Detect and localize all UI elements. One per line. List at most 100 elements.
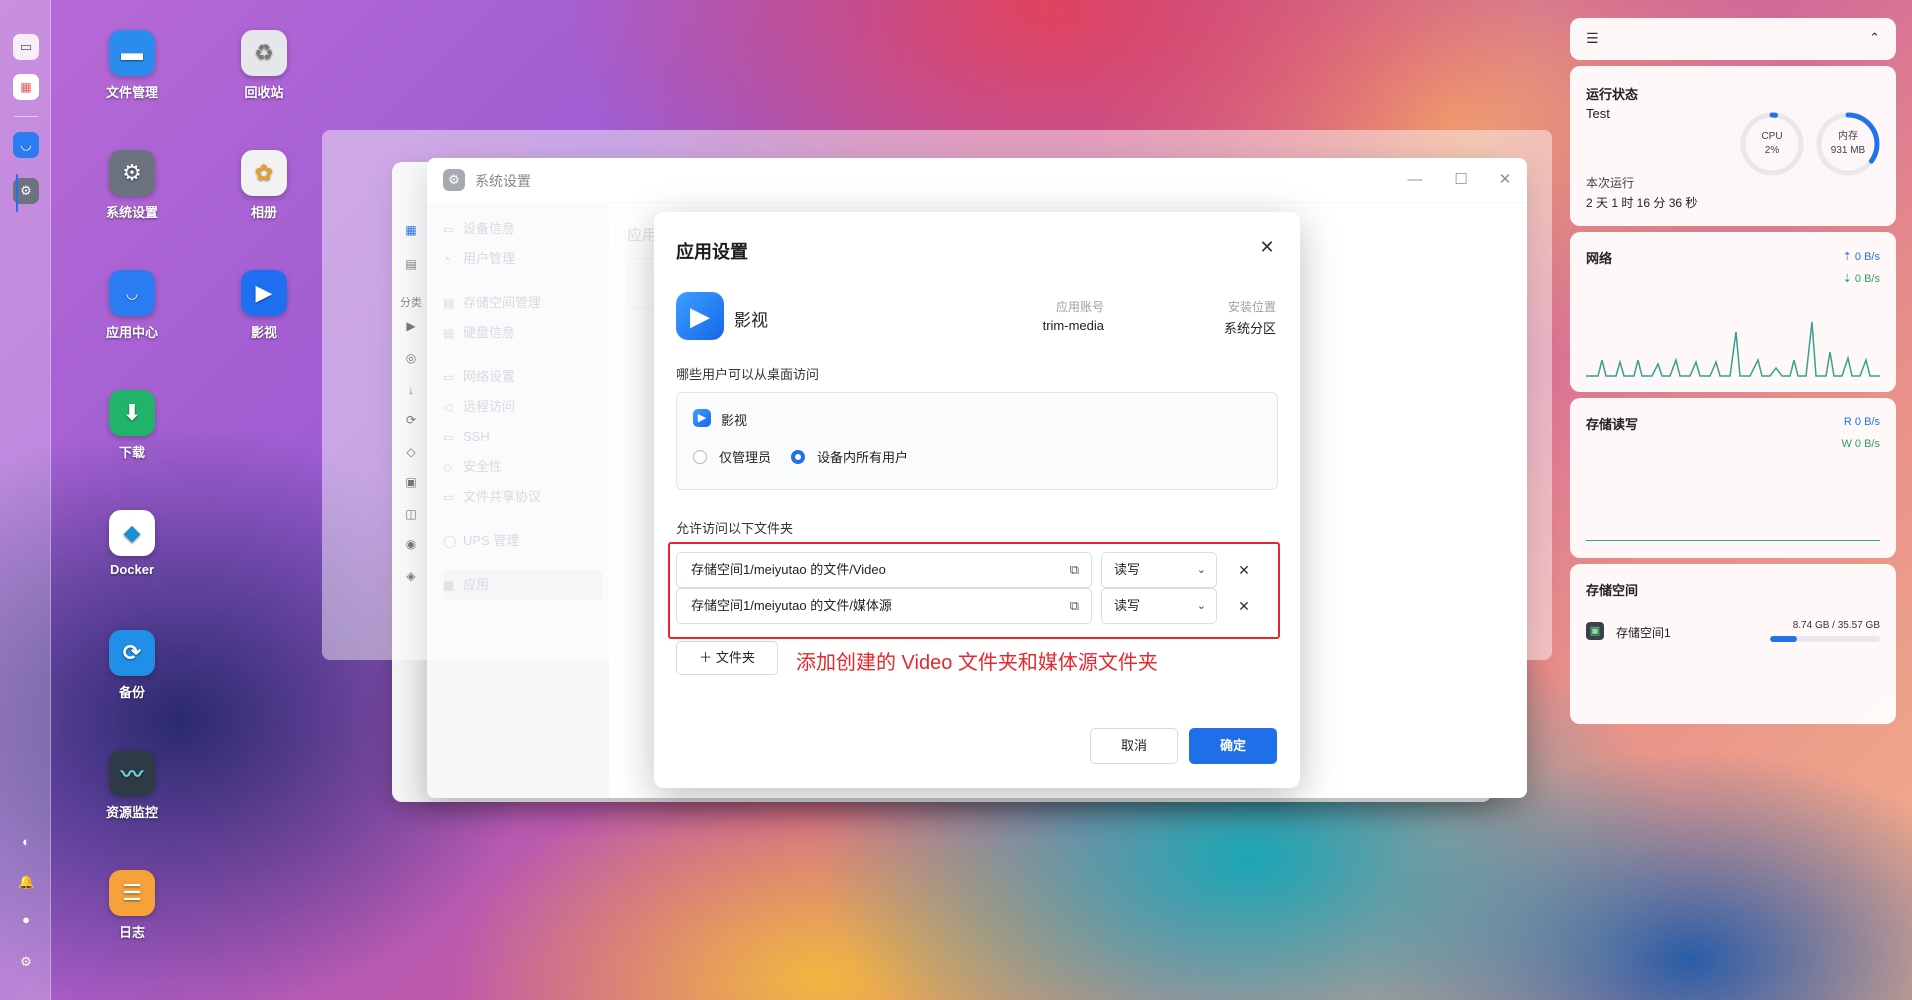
account-label: 应用账号 — [1055, 300, 1104, 314]
dialog-close-button[interactable]: ✕ — [1254, 234, 1280, 260]
sync-icon[interactable]: ⟳ — [403, 412, 419, 428]
media-app-icon: ▶ — [693, 409, 711, 427]
camera-icon[interactable]: ◎ — [403, 350, 419, 366]
desktop-icon-monitor[interactable]: 〰 资源监控 — [82, 750, 182, 821]
radio-admin-only[interactable]: 仅管理员 — [693, 449, 771, 467]
desktop-icon-label: 系统设置 — [105, 205, 158, 220]
desktop-icon-media[interactable]: ▶ 影视 — [214, 270, 314, 341]
cpu-label-group: CPU 2% — [1742, 130, 1802, 158]
storage-title: 存储空间 — [1586, 583, 1639, 598]
docker-icon: ◆ — [109, 510, 155, 556]
desktop-icon-docker[interactable]: ◆ Docker — [82, 510, 182, 577]
status-widget: 运行状态 Test CPU 2% 内存 931 MB 本次运行 2 天 1 时 … — [1570, 66, 1896, 226]
backup-icon: ⟳ — [109, 630, 155, 676]
network-title: 网络 — [1586, 251, 1613, 266]
desktop-icon-label: Docker — [109, 562, 155, 577]
location-value: 系统分区 — [1223, 321, 1276, 336]
radio-label: 仅管理员 — [719, 450, 772, 465]
desktop-icon-backup[interactable]: ⟳ 备份 — [82, 630, 182, 701]
uptime-value: 2 天 1 时 16 分 36 秒 — [1586, 196, 1698, 210]
desktop-icon[interactable]: ▭ — [13, 34, 39, 60]
app-grid-icon[interactable]: ▦ — [13, 74, 39, 100]
user-icon[interactable]: ● — [18, 912, 34, 928]
status-title: 运行状态 — [1586, 87, 1639, 102]
desktop-icon-label: 备份 — [118, 685, 145, 700]
mug-icon[interactable]: ◫ — [403, 506, 419, 522]
storage-volume-name: 存储空间1 — [1616, 626, 1671, 640]
desktop-icon-settings[interactable]: ⚙ 系统设置 — [82, 150, 182, 221]
location-label: 安装位置 — [1227, 300, 1276, 314]
desktop-icon-photos[interactable]: ✿ 相册 — [214, 150, 314, 221]
desktop-icon-label: 应用中心 — [105, 325, 158, 340]
dock-active-indicator — [16, 174, 18, 212]
radio-all-users[interactable]: 设备内所有用户 — [791, 449, 908, 467]
radio-label: 设备内所有用户 — [817, 450, 909, 465]
memory-label: 内存 — [1838, 131, 1858, 142]
download-icon: ⇣ — [1842, 273, 1852, 285]
media-app-icon: ▶ — [676, 292, 724, 340]
desktop-icon-label: 相册 — [250, 205, 277, 220]
store-icon: ◡ — [109, 270, 155, 316]
desktop-icon-files[interactable]: ▬ 文件管理 — [82, 30, 182, 101]
gear-icon[interactable]: ⚙ — [18, 954, 34, 970]
media-icon: ▶ — [241, 270, 287, 316]
storage-progress-bar — [1770, 636, 1880, 642]
ok-button[interactable]: 确定 — [1189, 728, 1277, 764]
bell-icon[interactable]: 🔔 — [18, 874, 34, 890]
desktop-app-name: 影视 — [721, 413, 748, 428]
recycle-bin-icon: ♻ — [241, 30, 287, 76]
desktop-access-label: 哪些用户可以从桌面访问 — [676, 367, 820, 382]
gear-icon: ⚙ — [109, 150, 155, 196]
widget-toolbar: ☰ ⌃ — [1570, 18, 1896, 60]
cancel-button[interactable]: 取消 — [1090, 728, 1178, 764]
network-down: ⇣ 0 B/s — [1843, 272, 1880, 285]
download-icon: ⬇ — [109, 390, 155, 436]
upload-icon: ⇡ — [1842, 251, 1852, 263]
download-icon[interactable]: ↓ — [403, 382, 419, 398]
disk-io-title: 存储读写 — [1586, 417, 1639, 432]
memory-value: 931 MB — [1830, 145, 1866, 156]
folders-label: 允许访问以下文件夹 — [676, 521, 794, 536]
account-value: trim-media — [1042, 318, 1104, 333]
theme-icon[interactable]: ◐ — [18, 834, 34, 850]
desktop-icon-label: 下载 — [118, 445, 145, 460]
calendar-icon[interactable]: ▤ — [403, 256, 419, 272]
desktop-icon-log[interactable]: ☰ 日志 — [82, 870, 182, 941]
cpu-label: CPU — [1761, 131, 1783, 142]
code-icon[interactable]: ◇ — [403, 444, 419, 460]
storage-widget: 存储空间 ▣ 存储空间1 8.74 GB / 35.57 GB — [1570, 564, 1896, 724]
disk-read: R 0 B/s — [1843, 416, 1880, 428]
grid-icon[interactable]: ▦ — [403, 222, 419, 238]
storage-volume-icon: ▣ — [1586, 622, 1604, 640]
cpu-value: 2% — [1764, 145, 1780, 156]
disk-write: W 0 B/s — [1841, 438, 1880, 450]
box-icon[interactable]: ▣ — [403, 474, 419, 490]
network-down-value: 0 B/s — [1854, 273, 1880, 285]
app-settings-dialog: 应用设置 ✕ ▶ 影视 应用账号 trim-media 安装位置 系统分区 哪些… — [654, 212, 1300, 788]
store-icon[interactable]: ◡ — [13, 132, 39, 158]
desktop-icon-label: 资源监控 — [105, 805, 158, 820]
folder-icon: ▬ — [109, 30, 155, 76]
memory-label-group: 内存 931 MB — [1818, 130, 1878, 158]
add-folder-label: 文件夹 — [715, 650, 755, 665]
app-name: 影视 — [734, 311, 768, 330]
dock: ▭ ▦ ◡ ⚙ ◐ 🔔 ● ⚙ — [0, 0, 51, 1000]
device-name: Test — [1586, 106, 1610, 121]
desktop-icon-recycle[interactable]: ♻ 回收站 — [214, 30, 314, 101]
network-widget: 网络 ⇡ 0 B/s ⇣ 0 B/s — [1570, 232, 1896, 392]
collapse-icon[interactable]: ⌃ — [1869, 30, 1880, 46]
gamepad-icon[interactable]: ◉ — [403, 536, 419, 552]
storage-progress-fill — [1770, 636, 1798, 642]
dock-divider — [14, 116, 38, 117]
desktop-icon-label: 文件管理 — [105, 85, 158, 100]
disk-io-baseline — [1586, 540, 1880, 541]
video-icon[interactable]: ▶ — [403, 318, 419, 334]
plus-icon: ＋ — [699, 650, 713, 665]
add-folder-button[interactable]: ＋ 文件夹 — [676, 641, 778, 675]
uptime-label: 本次运行 — [1586, 176, 1635, 190]
desktop-icon-store[interactable]: ◡ 应用中心 — [82, 270, 182, 341]
filter-settings-icon[interactable]: ☰ — [1586, 30, 1599, 47]
desktop-icon-download[interactable]: ⬇ 下载 — [82, 390, 182, 461]
cube-icon[interactable]: ◈ — [403, 568, 419, 584]
desktop-icon-label: 日志 — [118, 925, 145, 940]
